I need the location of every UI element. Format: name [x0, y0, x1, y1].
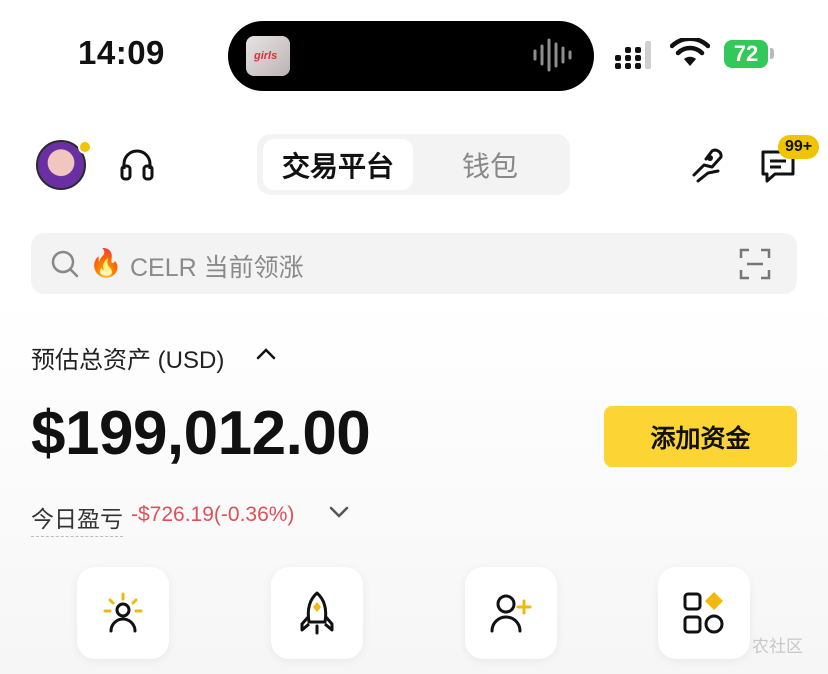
rocket-icon [300, 591, 334, 635]
more-apps-icon [683, 592, 724, 634]
cellular-signal-icon [615, 41, 651, 69]
tab-exchange[interactable]: 交易平台 [263, 139, 413, 190]
search-placeholder: CELR 当前领涨 [130, 254, 304, 282]
shortcut-sun-person[interactable] [77, 567, 169, 659]
add-friend-icon [490, 594, 532, 633]
headset-icon[interactable] [119, 149, 155, 181]
battery-cap [770, 48, 774, 59]
shortcut-rocket[interactable] [271, 567, 363, 659]
wifi-icon [670, 38, 710, 66]
add-funds-button[interactable]: 添加资金 [604, 406, 797, 467]
sun-person-icon [103, 592, 143, 633]
audio-wave-icon [533, 38, 572, 72]
shortcut-add-friend[interactable] [465, 567, 557, 659]
fire-icon: 🔥 [89, 248, 123, 278]
chevron-down-icon[interactable] [329, 505, 349, 519]
message-badge: 99+ [778, 135, 820, 159]
battery-level: 72 [733, 41, 759, 66]
tab-wallet[interactable]: 钱包 [420, 139, 560, 190]
estimated-assets-label[interactable]: 预估总资产 (USD) [31, 340, 224, 375]
shortcut-more[interactable] [658, 567, 750, 659]
pnl-value: -$726.19(-0.36%) [131, 503, 295, 526]
now-playing-thumbnail: girls [246, 36, 290, 76]
thumbnail-text: girls [254, 50, 278, 62]
chevron-up-icon[interactable] [256, 347, 276, 361]
total-balance: $199,012.00 [31, 399, 371, 468]
pnl-label[interactable]: 今日盈亏 [31, 500, 123, 537]
search-icon [51, 250, 79, 278]
watermark: 农社区 [752, 637, 803, 656]
status-time: 14:09 [78, 34, 165, 71]
avatar-status-dot [78, 140, 92, 154]
referral-icon[interactable] [688, 145, 728, 185]
scan-icon[interactable] [739, 248, 771, 280]
